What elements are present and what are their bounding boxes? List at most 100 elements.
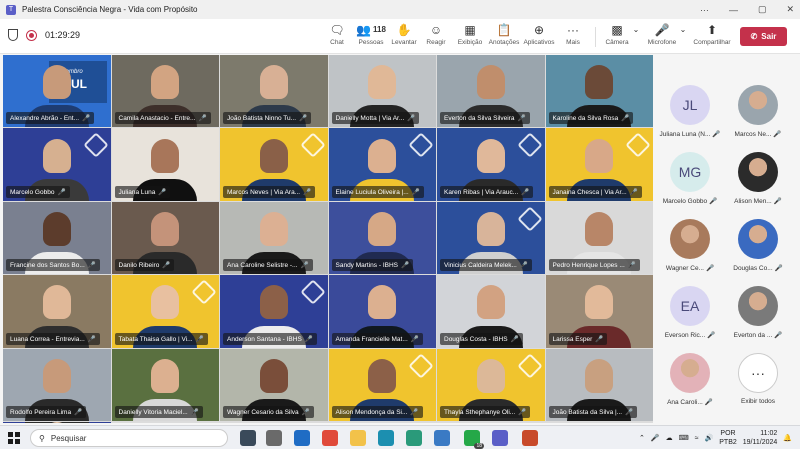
- microphone-button[interactable]: 🎤 Microfone: [646, 22, 678, 50]
- notifications-icon[interactable]: 🔔: [783, 434, 792, 442]
- store-icon[interactable]: [434, 430, 450, 446]
- roster-participant[interactable]: Ana Caroli... 🎤: [657, 349, 723, 415]
- roster-participant[interactable]: Everton da ... 🎤: [725, 282, 791, 348]
- roster-label: Everson Ric... 🎤: [664, 332, 716, 339]
- video-tile[interactable]: Tabata Thaisa Gallo | Vi... 🎤: [111, 275, 219, 348]
- leave-button[interactable]: ✆ Sair: [740, 27, 787, 46]
- company-logo-icon: [517, 132, 543, 159]
- maximize-button[interactable]: ▢: [758, 4, 767, 15]
- roster-participant[interactable]: EA Everson Ric... 🎤: [657, 282, 723, 348]
- avatar: MG: [670, 152, 710, 192]
- video-tile[interactable]: Wagner Cesario da Silva 🎤: [220, 348, 328, 421]
- close-window-button[interactable]: ✕: [786, 4, 794, 15]
- video-tile[interactable]: Sandy Martins - IBHS 🎤: [328, 201, 436, 275]
- roster-participant[interactable]: Alison Men... 🎤: [725, 148, 791, 214]
- roster-participant[interactable]: Wagner Ce... 🎤: [657, 215, 723, 281]
- video-tile[interactable]: Marcos Neves | Via Ara... 🎤: [220, 128, 328, 201]
- outlook-icon[interactable]: [294, 430, 310, 446]
- participant-face: [42, 285, 71, 320]
- mic-options-chevron[interactable]: ⌄: [679, 22, 687, 50]
- video-tile[interactable]: Pedro Henrique Lopes ... 🎤: [545, 201, 653, 275]
- mic-muted-icon: 🎤: [410, 335, 419, 343]
- roster-participant[interactable]: Marcos Ne... 🎤: [725, 81, 791, 147]
- video-tile[interactable]: Marcelo Gobbo 🎤: [3, 128, 111, 201]
- chat-app-icon[interactable]: [266, 430, 282, 446]
- video-tile[interactable]: Francine dos Santos Bo... 🎤: [3, 201, 111, 275]
- mic-muted-icon: 🎤: [518, 408, 527, 416]
- video-tile[interactable]: Karoline da Silva Rosa 🎤: [545, 55, 653, 128]
- taskbar-search[interactable]: ⚲ Pesquisar: [30, 429, 228, 447]
- video-tile[interactable]: Luana Correa - Entrevia... 🎤: [3, 275, 111, 348]
- start-button[interactable]: [8, 432, 20, 444]
- wifi-icon[interactable]: ≈: [695, 435, 699, 442]
- video-grid: NovembroAZULAlexandre Abrão - Ent...🎤Cam…: [3, 55, 653, 423]
- whatsapp-icon[interactable]: [464, 430, 484, 449]
- camera-options-chevron[interactable]: ⌄: [632, 22, 640, 50]
- roster-participant[interactable]: JL Juliana Luna (N... 🎤: [657, 81, 723, 147]
- volume-icon[interactable]: 🔊: [705, 434, 714, 442]
- apps-button[interactable]: ⊕ Aplicativos: [523, 22, 555, 50]
- notes-button[interactable]: 📋 Anotações: [488, 22, 520, 50]
- video-tile[interactable]: João Batista Ninno Tu... 🎤: [220, 55, 328, 128]
- chat-button[interactable]: 🗨 Chat: [328, 22, 346, 50]
- video-tile[interactable]: NovembroAZULAlexandre Abrão - Ent...🎤: [3, 55, 111, 128]
- chrome-icon[interactable]: [322, 430, 338, 446]
- clock[interactable]: 11:02 19/11/2024: [743, 429, 778, 447]
- video-tile[interactable]: Elaine Luciula Oliveira |... 🎤: [328, 128, 436, 201]
- window-more-button[interactable]: ···: [700, 5, 709, 15]
- video-tile[interactable]: Thayla Sthephanye Oli... 🎤: [437, 348, 545, 421]
- avatar: [738, 85, 778, 125]
- more-button[interactable]: ··· Mais: [564, 22, 582, 50]
- edge-icon[interactable]: [378, 430, 394, 446]
- video-tile[interactable]: Ana Caroline Selistre -... 🎤: [220, 201, 328, 275]
- video-tile[interactable]: Everton da Silva Silveira 🎤: [437, 55, 545, 128]
- video-tile[interactable]: Alison Mendonça da Si... 🎤: [328, 348, 436, 421]
- participant-face: [476, 358, 505, 393]
- participant-face: [151, 65, 180, 100]
- participant-face: [368, 211, 397, 246]
- react-button[interactable]: ☺ Reagir: [425, 22, 447, 50]
- language-indicator[interactable]: POR PTB2: [719, 429, 737, 447]
- chevron-up-icon[interactable]: ⌃: [639, 434, 645, 442]
- mic-muted-icon: 🎤: [704, 399, 713, 406]
- video-tile[interactable]: Gabriela Marinho - IBHS🎤: [3, 421, 111, 423]
- mic-muted-icon: 🎤: [162, 262, 171, 270]
- toolbar-divider: [595, 27, 596, 47]
- video-tile[interactable]: Janaina Chesca | Via Ar... 🎤: [545, 128, 653, 201]
- participant-face: [259, 138, 288, 173]
- roster-participant[interactable]: MG Marcelo Gobbo 🎤: [657, 148, 723, 214]
- video-tile[interactable]: Danielly Vitoria Maciel... 🎤: [111, 348, 219, 421]
- share-button[interactable]: ⬆ Compartilhar: [693, 22, 731, 50]
- raise-hand-button[interactable]: ✋ Levantar: [391, 22, 417, 50]
- explorer-icon[interactable]: [350, 430, 366, 446]
- video-tile[interactable]: Anderson Santana - IBHS 🎤: [220, 275, 328, 348]
- participant-nametag: Francine dos Santos Bo... 🎤: [6, 259, 100, 272]
- roster-participant[interactable]: Douglas Co... 🎤: [725, 215, 791, 281]
- show-all-participants-button[interactable]: ··· Exibir todos: [725, 349, 791, 415]
- video-tile[interactable]: João Batista da Silva |... 🎤: [545, 348, 653, 421]
- minimize-button[interactable]: —: [729, 5, 738, 15]
- participant-nametag: Thayla Sthephanye Oli... 🎤: [440, 405, 531, 418]
- calculator-icon[interactable]: [240, 430, 256, 446]
- video-tile[interactable]: Larissa Esper 🎤: [545, 275, 653, 348]
- video-tile[interactable]: Danilo Ribeiro 🎤: [111, 201, 219, 275]
- mic-muted-icon: 🎤: [401, 262, 410, 270]
- powerpoint-icon[interactable]: [522, 430, 538, 446]
- cloud-icon[interactable]: ☁: [666, 434, 673, 442]
- teams-icon[interactable]: [492, 430, 508, 446]
- video-tile[interactable]: Rodolfo Pereira Lima 🎤: [3, 348, 111, 421]
- video-tile[interactable]: Juliana Luna 🎤: [111, 128, 219, 201]
- video-tile[interactable]: Douglas Costa - IBHS 🎤: [437, 275, 545, 348]
- mic-muted-icon: 🎤: [57, 188, 66, 196]
- keyboard-icon[interactable]: ⌨: [679, 434, 689, 442]
- video-tile[interactable]: Danielly Motta | Via Ar... 🎤: [328, 55, 436, 128]
- camera-button[interactable]: ▩ Câmera: [604, 22, 630, 50]
- video-tile[interactable]: Karen Ribas | Via Arauc... 🎤: [437, 128, 545, 201]
- people-button[interactable]: 👥 118 Pessoas: [356, 22, 386, 50]
- mic-tray-icon[interactable]: 🎤: [651, 434, 660, 442]
- video-tile[interactable]: Amanda Francielle Mat... 🎤: [328, 275, 436, 348]
- video-tile[interactable]: Camila Anastacio - Entre... 🎤: [111, 55, 219, 128]
- app-icon[interactable]: [406, 430, 422, 446]
- view-button[interactable]: ▦ Exibição: [457, 22, 483, 50]
- video-tile[interactable]: Vinicius Caldeira Melek... 🎤: [437, 201, 545, 275]
